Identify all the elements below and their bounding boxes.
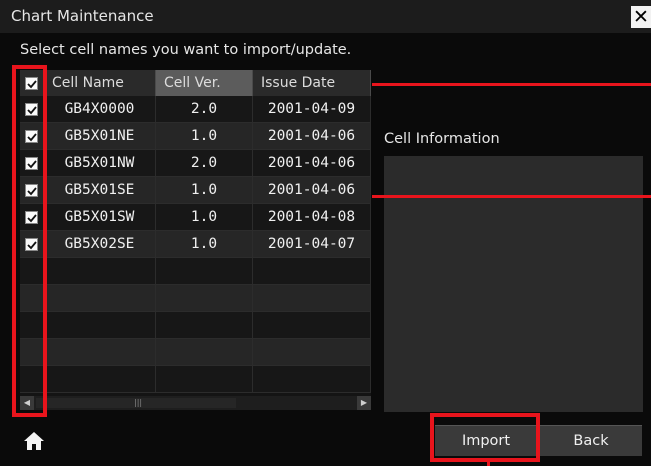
cell-version: 1.0 <box>156 177 253 204</box>
table-row[interactable]: GB5X02SE 1.0 2001-04-07 <box>20 231 371 258</box>
cell-name <box>44 312 156 339</box>
grip-icon: ||| <box>134 398 143 407</box>
cell-name: GB5X02SE <box>44 231 156 258</box>
cell-version <box>156 366 253 393</box>
close-icon[interactable]: ✕ <box>631 6 651 28</box>
cell-name: GB5X01NW <box>44 150 156 177</box>
title-bar: Chart Maintenance ✕ <box>0 0 651 33</box>
cell-version <box>156 258 253 285</box>
issue-date: 2001-04-07 <box>253 231 371 258</box>
issue-date: 2001-04-06 <box>253 123 371 150</box>
checkbox-column-highlight <box>12 65 47 417</box>
import-button-highlight <box>430 413 540 462</box>
issue-date: 2001-04-06 <box>253 150 371 177</box>
empty-table-row <box>20 366 371 393</box>
cell-version: 1.0 <box>156 231 253 258</box>
issue-date <box>253 312 371 339</box>
cell-version: 1.0 <box>156 204 253 231</box>
cell-name: GB5X01SE <box>44 177 156 204</box>
cell-name: GB5X01NE <box>44 123 156 150</box>
table-row[interactable]: GB5X01NE 1.0 2001-04-06 <box>20 123 371 150</box>
scroll-thumb[interactable]: ||| <box>36 398 236 408</box>
callout-line-bottom <box>487 461 490 466</box>
empty-table-row <box>20 285 371 312</box>
table-row[interactable]: GB5X01SE 1.0 2001-04-06 <box>20 177 371 204</box>
horizontal-scrollbar[interactable]: ◀ ||| ▶ <box>20 396 371 410</box>
cell-name: GB4X0000 <box>44 96 156 123</box>
table-row[interactable]: GB4X0000 2.0 2001-04-09 <box>20 96 371 123</box>
cell-version <box>156 285 253 312</box>
cell-version: 1.0 <box>156 123 253 150</box>
cell-version <box>156 339 253 366</box>
column-header-issue-date[interactable]: Issue Date <box>253 70 371 96</box>
cell-version <box>156 312 253 339</box>
issue-date: 2001-04-06 <box>253 177 371 204</box>
cell-name <box>44 339 156 366</box>
cell-name <box>44 258 156 285</box>
scroll-right-icon[interactable]: ▶ <box>357 396 371 410</box>
cell-information-label: Cell Information <box>384 131 500 147</box>
empty-table-row <box>20 339 371 366</box>
issue-date <box>253 258 371 285</box>
callout-line-top <box>372 83 651 86</box>
table-header: Cell Name Cell Ver. Issue Date <box>20 70 371 96</box>
empty-table-row <box>20 258 371 285</box>
cell-name <box>44 285 156 312</box>
issue-date <box>253 285 371 312</box>
issue-date: 2001-04-09 <box>253 96 371 123</box>
column-header-cell-ver[interactable]: Cell Ver. <box>156 70 253 96</box>
back-button[interactable]: Back <box>540 425 642 456</box>
cell-name <box>44 366 156 393</box>
cell-name: GB5X01SW <box>44 204 156 231</box>
column-header-cell-name[interactable]: Cell Name <box>44 70 156 96</box>
issue-date <box>253 366 371 393</box>
table-row[interactable]: GB5X01NW 2.0 2001-04-06 <box>20 150 371 177</box>
empty-table-row <box>20 312 371 339</box>
callout-line-middle <box>372 195 651 198</box>
issue-date: 2001-04-08 <box>253 204 371 231</box>
cell-table: Cell Name Cell Ver. Issue Date GB4X0000 2… <box>20 70 371 410</box>
cell-version: 2.0 <box>156 96 253 123</box>
home-icon[interactable] <box>20 427 48 455</box>
window-title: Chart Maintenance <box>11 7 154 25</box>
cell-version: 2.0 <box>156 150 253 177</box>
table-row[interactable]: GB5X01SW 1.0 2001-04-08 <box>20 204 371 231</box>
instruction-text: Select cell names you want to import/upd… <box>20 42 352 58</box>
issue-date <box>253 339 371 366</box>
